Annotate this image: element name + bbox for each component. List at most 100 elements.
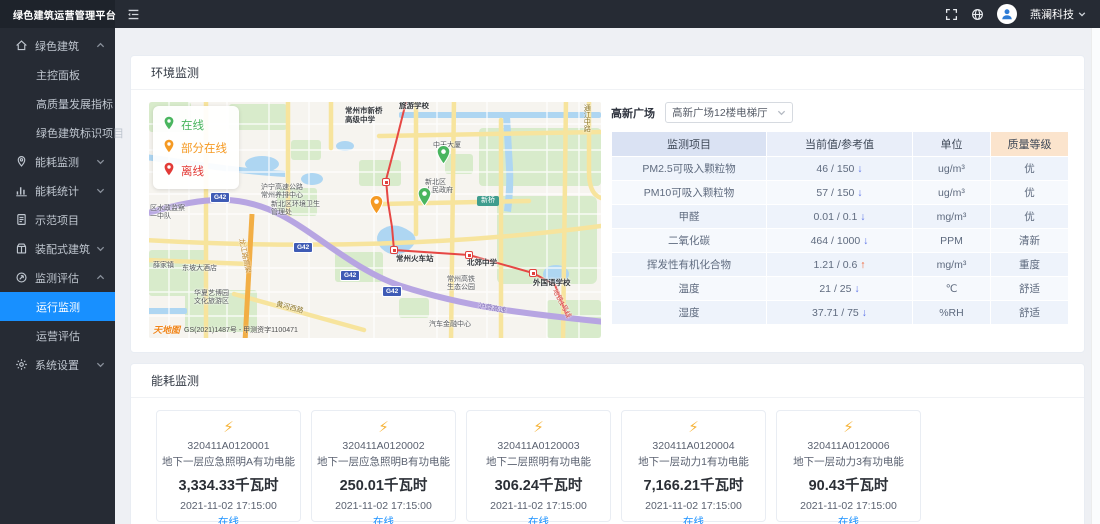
sidebar-item-document[interactable]: 示范项目 (0, 205, 115, 234)
env-col-header: 质量等级 (991, 132, 1068, 156)
meter-timestamp: 2021-11-02 17:15:00 (777, 500, 920, 512)
user-menu[interactable]: 燕澜科技 (1030, 6, 1086, 22)
meter-timestamp: 2021-11-02 17:15:00 (622, 500, 765, 512)
bolt-icon: ⚡ (312, 420, 455, 435)
cell-item: 温度 (612, 277, 766, 300)
env-table: 监测项目当前值/参考值单位质量等级PM2.5可吸入颗粒物46 / 150 ↓ug… (611, 131, 1069, 325)
cell-value: 1.21 / 0.6 ↑ (767, 253, 912, 276)
highway-badge: G42 (210, 192, 230, 203)
legend-label: 在线 (181, 117, 204, 133)
cell-grade: 舒适 (991, 301, 1068, 324)
cell-unit: ℃ (913, 277, 990, 300)
meter-name: 地下二层照明有功电能 (467, 454, 610, 469)
meter-status-link[interactable]: 在线 (312, 514, 455, 524)
meter-timestamp: 2021-11-02 17:15:00 (467, 500, 610, 512)
legend-item: 部分在线 (163, 136, 227, 159)
meter-name: 地下一层动力1有功电能 (622, 454, 765, 469)
env-col-header: 当前值/参考值 (767, 132, 912, 156)
env-right-panel: 高新广场 高新广场12楼电梯厅 监测项目当前值/参考值单位质量等级PM2.5可吸… (611, 102, 1069, 338)
trend-down-icon: ↓ (860, 211, 865, 223)
meter-status-link[interactable]: 在线 (467, 514, 610, 524)
metro-station-icon (529, 269, 537, 277)
trend-up-icon: ↑ (860, 259, 865, 271)
sidebar-subitem-1[interactable]: 高质量发展指标 (0, 89, 115, 118)
avatar[interactable] (997, 4, 1017, 24)
env-panel: 环境监测 (130, 55, 1085, 353)
sidebar-item-home[interactable]: 绿色建筑 (0, 31, 115, 60)
env-table-row: 二氧化碳464 / 1000 ↓PPM清新 (612, 229, 1068, 252)
cell-unit: PPM (913, 229, 990, 252)
trend-down-icon: ↓ (854, 283, 859, 295)
cell-grade: 重度 (991, 253, 1068, 276)
meter-id: 320411A0120003 (467, 440, 610, 452)
energy-card: ⚡320411A0120003地下二层照明有功电能306.24千瓦时2021-1… (466, 410, 611, 522)
trend-down-icon: ↓ (862, 307, 867, 319)
chevron-down-icon (1078, 10, 1086, 18)
chevron-down-icon (96, 186, 105, 195)
sidebar-subitem-0[interactable]: 运行监测 (0, 292, 115, 321)
meter-id: 320411A0120001 (157, 440, 300, 452)
trend-down-icon: ↓ (857, 163, 862, 175)
location-icon (15, 155, 28, 168)
meter-timestamp: 2021-11-02 17:15:00 (157, 500, 300, 512)
chevron-down-icon (777, 108, 786, 117)
chevron-down-icon (96, 360, 105, 369)
location-select[interactable]: 高新广场12楼电梯厅 (665, 102, 793, 123)
cell-grade: 优 (991, 157, 1068, 180)
meter-name: 地下一层应急照明B有功电能 (312, 454, 455, 469)
sidebar: 绿色建筑主控面板高质量发展指标绿色建筑标识项目能耗监测能耗统计示范项目装配式建筑… (0, 28, 115, 524)
sidebar-item-gear[interactable]: 系统设置 (0, 350, 115, 379)
cell-grade: 清新 (991, 229, 1068, 252)
bolt-icon: ⚡ (622, 420, 765, 435)
bolt-icon: ⚡ (777, 420, 920, 435)
meter-status-link[interactable]: 在线 (157, 514, 300, 524)
cell-item: PM10可吸入颗粒物 (612, 181, 766, 204)
map-legend: 在线部分在线离线 (153, 106, 239, 189)
meter-status-link[interactable]: 在线 (777, 514, 920, 524)
map[interactable]: 常州市新桥 高级中学旅游学校中天大厦新北区 人民政府沪宁高速公路 常州养排中心新… (149, 102, 601, 338)
map-pin[interactable] (436, 145, 451, 170)
menu-fold-icon[interactable] (127, 8, 140, 21)
meter-id: 320411A0120006 (777, 440, 920, 452)
cell-value: 464 / 1000 ↓ (767, 229, 912, 252)
sidebar-subitem-0[interactable]: 主控面板 (0, 60, 115, 89)
metro-station-icon (390, 246, 398, 254)
energy-cards: ⚡320411A0120001地下一层应急照明A有功电能3,334.33千瓦时2… (131, 398, 1084, 524)
sidebar-item-label: 能耗统计 (35, 183, 79, 199)
cell-unit: mg/m³ (913, 253, 990, 276)
trend-down-icon: ↓ (863, 235, 868, 247)
meter-status-link[interactable]: 在线 (622, 514, 765, 524)
sidebar-subitem-1[interactable]: 运营评估 (0, 321, 115, 350)
env-panel-title: 环境监测 (131, 56, 1084, 90)
sidebar-subitem-2[interactable]: 绿色建筑标识项目 (0, 118, 115, 147)
map-pin[interactable] (369, 195, 384, 220)
energy-card: ⚡320411A0120001地下一层应急照明A有功电能3,334.33千瓦时2… (156, 410, 301, 522)
map-pin[interactable] (417, 187, 432, 212)
sidebar-item-location[interactable]: 能耗监测 (0, 147, 115, 176)
map-license-text: GS(2021)1487号 - 甲测资字1100471 (184, 325, 298, 335)
cell-value: 37.71 / 75 ↓ (767, 301, 912, 324)
meter-value: 306.24千瓦时 (467, 474, 610, 495)
env-table-row: 温度21 / 25 ↓℃舒适 (612, 277, 1068, 300)
sidebar-item-chart[interactable]: 能耗统计 (0, 176, 115, 205)
meter-name: 地下一层动力3有功电能 (777, 454, 920, 469)
legend-label: 离线 (181, 163, 204, 179)
map-town-badge: 新桥 (477, 196, 499, 206)
cell-grade: 优 (991, 181, 1068, 204)
fullscreen-icon[interactable] (945, 8, 958, 21)
station-label: 高新广场 (611, 105, 655, 121)
cell-grade: 舒适 (991, 277, 1068, 300)
sidebar-item-monitor[interactable]: 监测评估 (0, 263, 115, 292)
sidebar-item-label: 监测评估 (35, 270, 79, 286)
cell-unit: ug/m³ (913, 181, 990, 204)
metro-station-icon (465, 251, 473, 259)
sidebar-item-label: 系统设置 (35, 357, 79, 373)
env-table-row: PM2.5可吸入颗粒物46 / 150 ↓ug/m³优 (612, 157, 1068, 180)
scrollbar[interactable] (1091, 28, 1100, 524)
cell-item: 湿度 (612, 301, 766, 324)
sidebar-item-box[interactable]: 装配式建筑 (0, 234, 115, 263)
tianditu-logo: 天地图 (153, 323, 180, 336)
globe-icon[interactable] (971, 8, 984, 21)
company-name: 燕澜科技 (1030, 6, 1074, 22)
location-select-value: 高新广场12楼电梯厅 (672, 105, 777, 120)
